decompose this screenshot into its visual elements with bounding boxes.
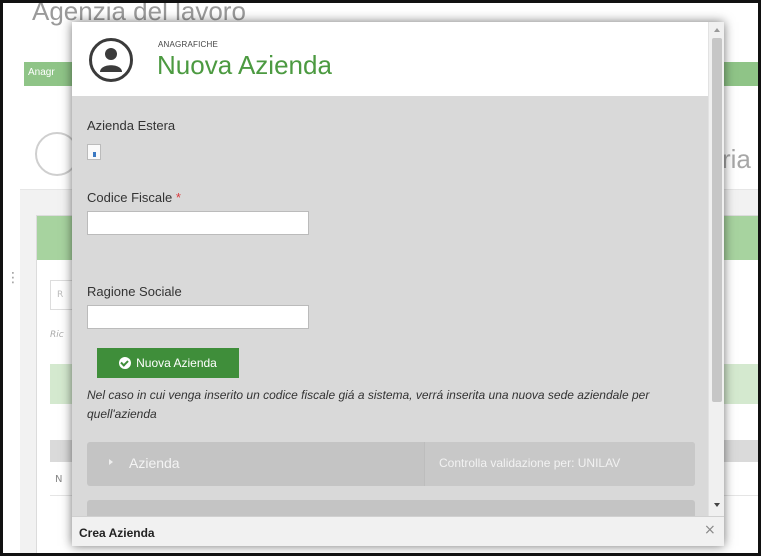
dialog-title: Crea Azienda [79, 526, 155, 540]
broken-image-icon [93, 152, 96, 157]
nuova-azienda-modal: ANAGRAFICHE Nuova Azienda Azienda Estera… [72, 22, 724, 546]
modal-header: ANAGRAFICHE Nuova Azienda [72, 22, 708, 96]
nav-item-anagrafiche[interactable]: Anagr [28, 67, 55, 78]
codice-fiscale-label: Codice Fiscale * [87, 190, 181, 205]
required-asterisk: * [175, 190, 181, 205]
nuova-azienda-button[interactable]: Nuova Azienda [97, 348, 239, 378]
modal-title: Nuova Azienda [157, 50, 332, 80]
codice-fiscale-label-text: Codice Fiscale [87, 190, 173, 205]
accordion-azienda-label: Azienda [129, 455, 180, 471]
azienda-estera-label: Azienda Estera [87, 118, 176, 133]
modal-scrollbar[interactable] [708, 22, 724, 516]
modal-footer: Crea Azienda × [72, 516, 724, 546]
modal-body: Azienda Estera Codice Fiscale * Ragione … [72, 96, 708, 520]
ragione-sociale-label: Ragione Sociale [87, 284, 182, 299]
validation-info-label: Controlla validazione per: UNILAV [439, 456, 621, 470]
accordion-azienda[interactable]: Azienda Controlla validazione per: UNILA… [87, 442, 695, 486]
drag-handle-icon: ⋮ [6, 270, 20, 286]
check-circle-icon [119, 357, 132, 369]
ragione-sociale-input[interactable] [87, 305, 309, 329]
modal-kicker: ANAGRAFICHE [158, 40, 218, 49]
user-avatar-icon [89, 38, 133, 82]
close-icon[interactable]: × [704, 522, 716, 538]
page-heading-fragment: ria [722, 144, 751, 174]
nuova-azienda-button-label: Nuova Azienda [136, 356, 217, 370]
validation-info: Controlla validazione per: UNILAV [424, 442, 695, 486]
codice-fiscale-input[interactable] [87, 211, 309, 235]
scroll-up-arrow-icon[interactable] [714, 28, 720, 32]
caret-right-icon [109, 459, 113, 465]
scrollbar-thumb[interactable] [712, 38, 722, 402]
azienda-estera-checkbox[interactable] [87, 144, 101, 160]
info-note: Nel caso in cui venga inserito un codice… [87, 388, 650, 421]
scroll-down-arrow-icon[interactable] [714, 503, 720, 507]
background-search-hint: Ric [50, 330, 64, 340]
